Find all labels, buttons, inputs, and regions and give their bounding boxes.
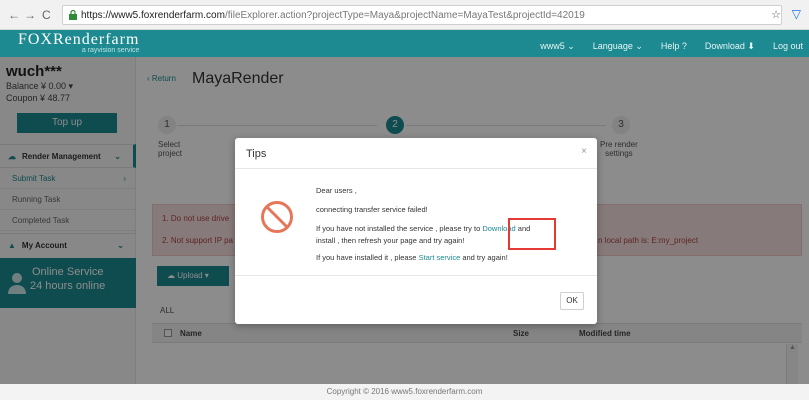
dialog-line-refresh: install , then refresh your page and try… [316, 236, 465, 245]
dialog-title: Tips [246, 148, 267, 160]
dialog-line-start: If you have installed it , please Start … [316, 253, 508, 262]
nav-help[interactable]: Help ? [661, 41, 687, 52]
close-icon[interactable]: × [581, 146, 587, 157]
dialog-divider [235, 275, 597, 276]
highlight-box [508, 218, 556, 250]
ok-button[interactable]: OK [560, 292, 584, 310]
brand-logo[interactable]: FOXRenderfarm a rayvision service [18, 31, 140, 55]
url-text: https://www5.foxrenderfarm.com/fileExplo… [81, 10, 585, 21]
prohibited-icon [261, 201, 293, 233]
dialog-line-error: connecting transfer service failed! [316, 205, 428, 214]
address-bar[interactable]: https://www5.foxrenderfarm.com/fileExplo… [62, 5, 782, 25]
footer-copyright: Copyright © 2016 www5.foxrenderfarm.com [0, 384, 809, 400]
start-service-link[interactable]: Start service [419, 253, 461, 262]
nav-logout[interactable]: Log out [773, 41, 803, 52]
top-nav: www5 ⌄ Language ⌄ Help ? Download ⬇ Log … [540, 41, 803, 52]
dialog-line-install: If you have not installed the service , … [316, 224, 531, 233]
brand-tagline: a rayvision service [81, 47, 140, 54]
nav-language[interactable]: Language ⌄ [593, 41, 643, 52]
nav-server[interactable]: www5 ⌄ [540, 41, 575, 52]
nav-download[interactable]: Download ⬇ [705, 41, 755, 52]
brand-name: FOXRenderfarm [18, 31, 140, 48]
bookmark-star-icon[interactable]: ☆ [771, 8, 781, 21]
dialog-line-greeting: Dear users , [316, 186, 357, 195]
extension-shield-icon[interactable]: ▽ [792, 7, 801, 21]
lock-icon [69, 10, 77, 20]
forward-button[interactable]: → [24, 8, 36, 22]
browser-toolbar: ← → C https://www5.foxrenderfarm.com/fil… [0, 0, 809, 30]
reload-button[interactable]: C [42, 8, 51, 22]
back-button[interactable]: ← [8, 8, 20, 22]
dialog-header: Tips × [235, 138, 597, 169]
